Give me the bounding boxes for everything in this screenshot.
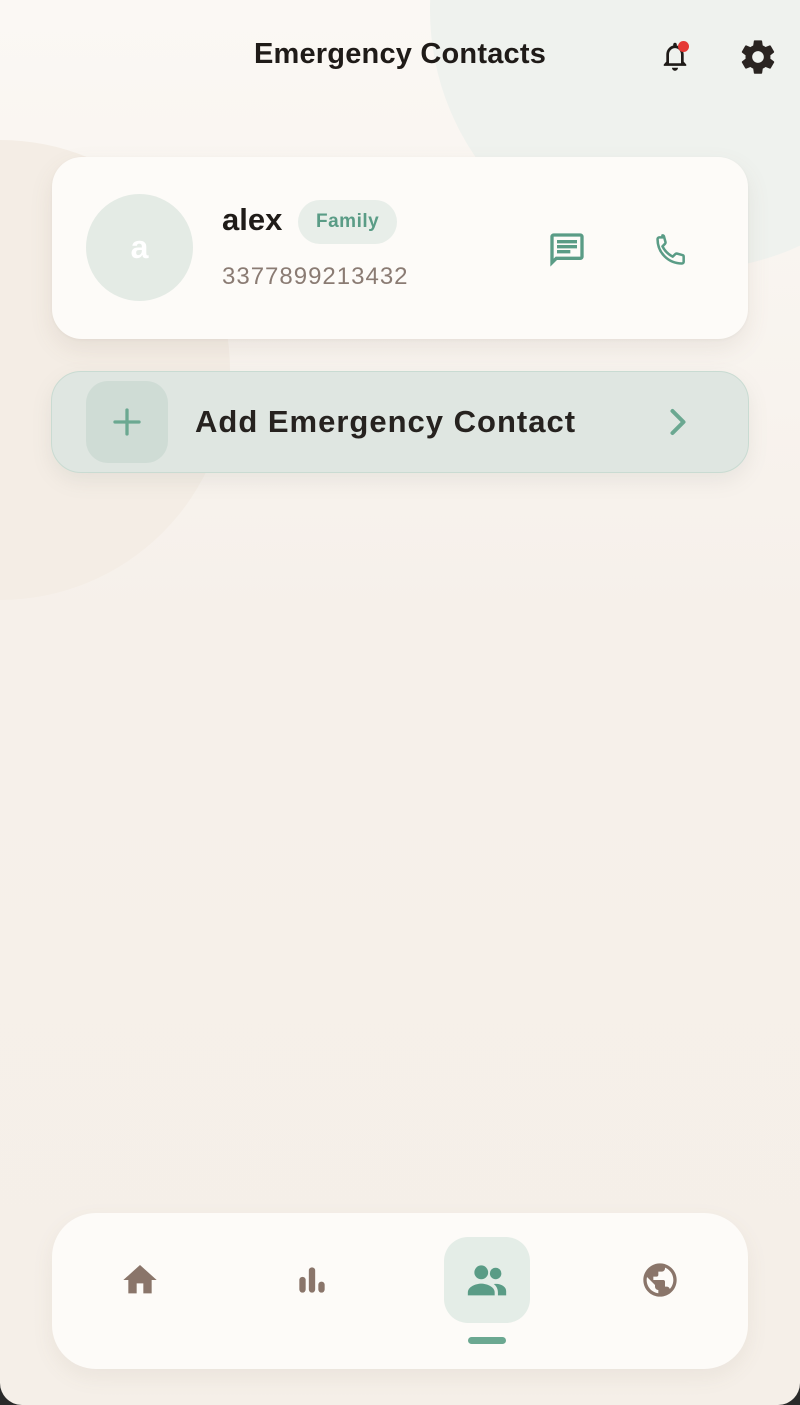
message-button[interactable]: [542, 225, 592, 275]
nav-globe[interactable]: [617, 1237, 703, 1323]
chevron-right-icon: [658, 399, 698, 445]
settings-button[interactable]: [733, 32, 783, 82]
home-icon: [123, 1265, 157, 1294]
nav-contacts[interactable]: [444, 1237, 530, 1323]
relation-badge: Family: [298, 200, 398, 244]
header: Emergency Contacts: [0, 0, 800, 115]
active-tab-indicator: [468, 1337, 506, 1344]
message-icon: [550, 233, 584, 267]
contact-phone: 3377899213432: [222, 263, 409, 290]
people-icon: [467, 1265, 507, 1296]
nav-home[interactable]: [97, 1237, 183, 1323]
add-contact-label: Add Emergency Contact: [195, 404, 577, 439]
globe-icon: [643, 1263, 677, 1297]
contact-name: alex: [222, 202, 283, 237]
app-screen: Emergency Contacts a alex Family 3377899…: [0, 0, 800, 1405]
bar-chart-icon: [299, 1267, 325, 1293]
plus-icon: [113, 408, 141, 436]
contact-card[interactable]: a alex Family 3377899213432: [52, 157, 748, 339]
nav-stats[interactable]: [269, 1237, 355, 1323]
notification-dot: [678, 41, 689, 52]
call-button[interactable]: [646, 225, 696, 275]
add-contact-button[interactable]: Add Emergency Contact: [51, 371, 749, 473]
avatar: a: [86, 194, 193, 301]
bottom-nav: [52, 1213, 748, 1369]
gear-icon: [741, 40, 775, 74]
phone-icon: [656, 234, 685, 265]
notifications-button[interactable]: [650, 32, 700, 82]
add-icon-box: [86, 381, 168, 463]
avatar-initial: a: [130, 229, 149, 265]
